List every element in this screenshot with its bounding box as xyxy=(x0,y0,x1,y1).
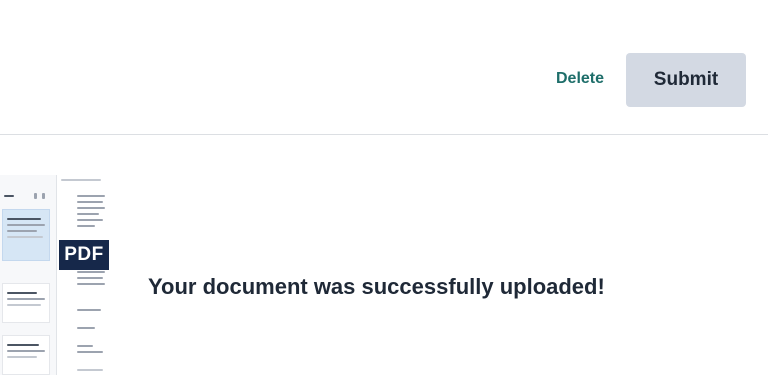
delete-button[interactable]: Delete xyxy=(556,70,604,88)
pdf-icon: PDF xyxy=(59,240,109,270)
document-thumbnail xyxy=(0,175,109,375)
thumbnail-email-body xyxy=(57,175,109,375)
upload-success-message: Your document was successfully uploaded! xyxy=(148,274,605,299)
action-bar: Delete Submit xyxy=(0,0,768,135)
submit-button[interactable]: Submit xyxy=(626,53,746,107)
thumbnail-card xyxy=(2,335,50,375)
upload-confirmation-page: Delete Submit PDF Your document was succ… xyxy=(0,0,768,375)
thumbnail-toolbar xyxy=(0,189,52,203)
thumbnail-card xyxy=(2,283,50,323)
thumbnail-email-list xyxy=(0,175,57,375)
thumbnail-card-selected xyxy=(2,209,50,261)
